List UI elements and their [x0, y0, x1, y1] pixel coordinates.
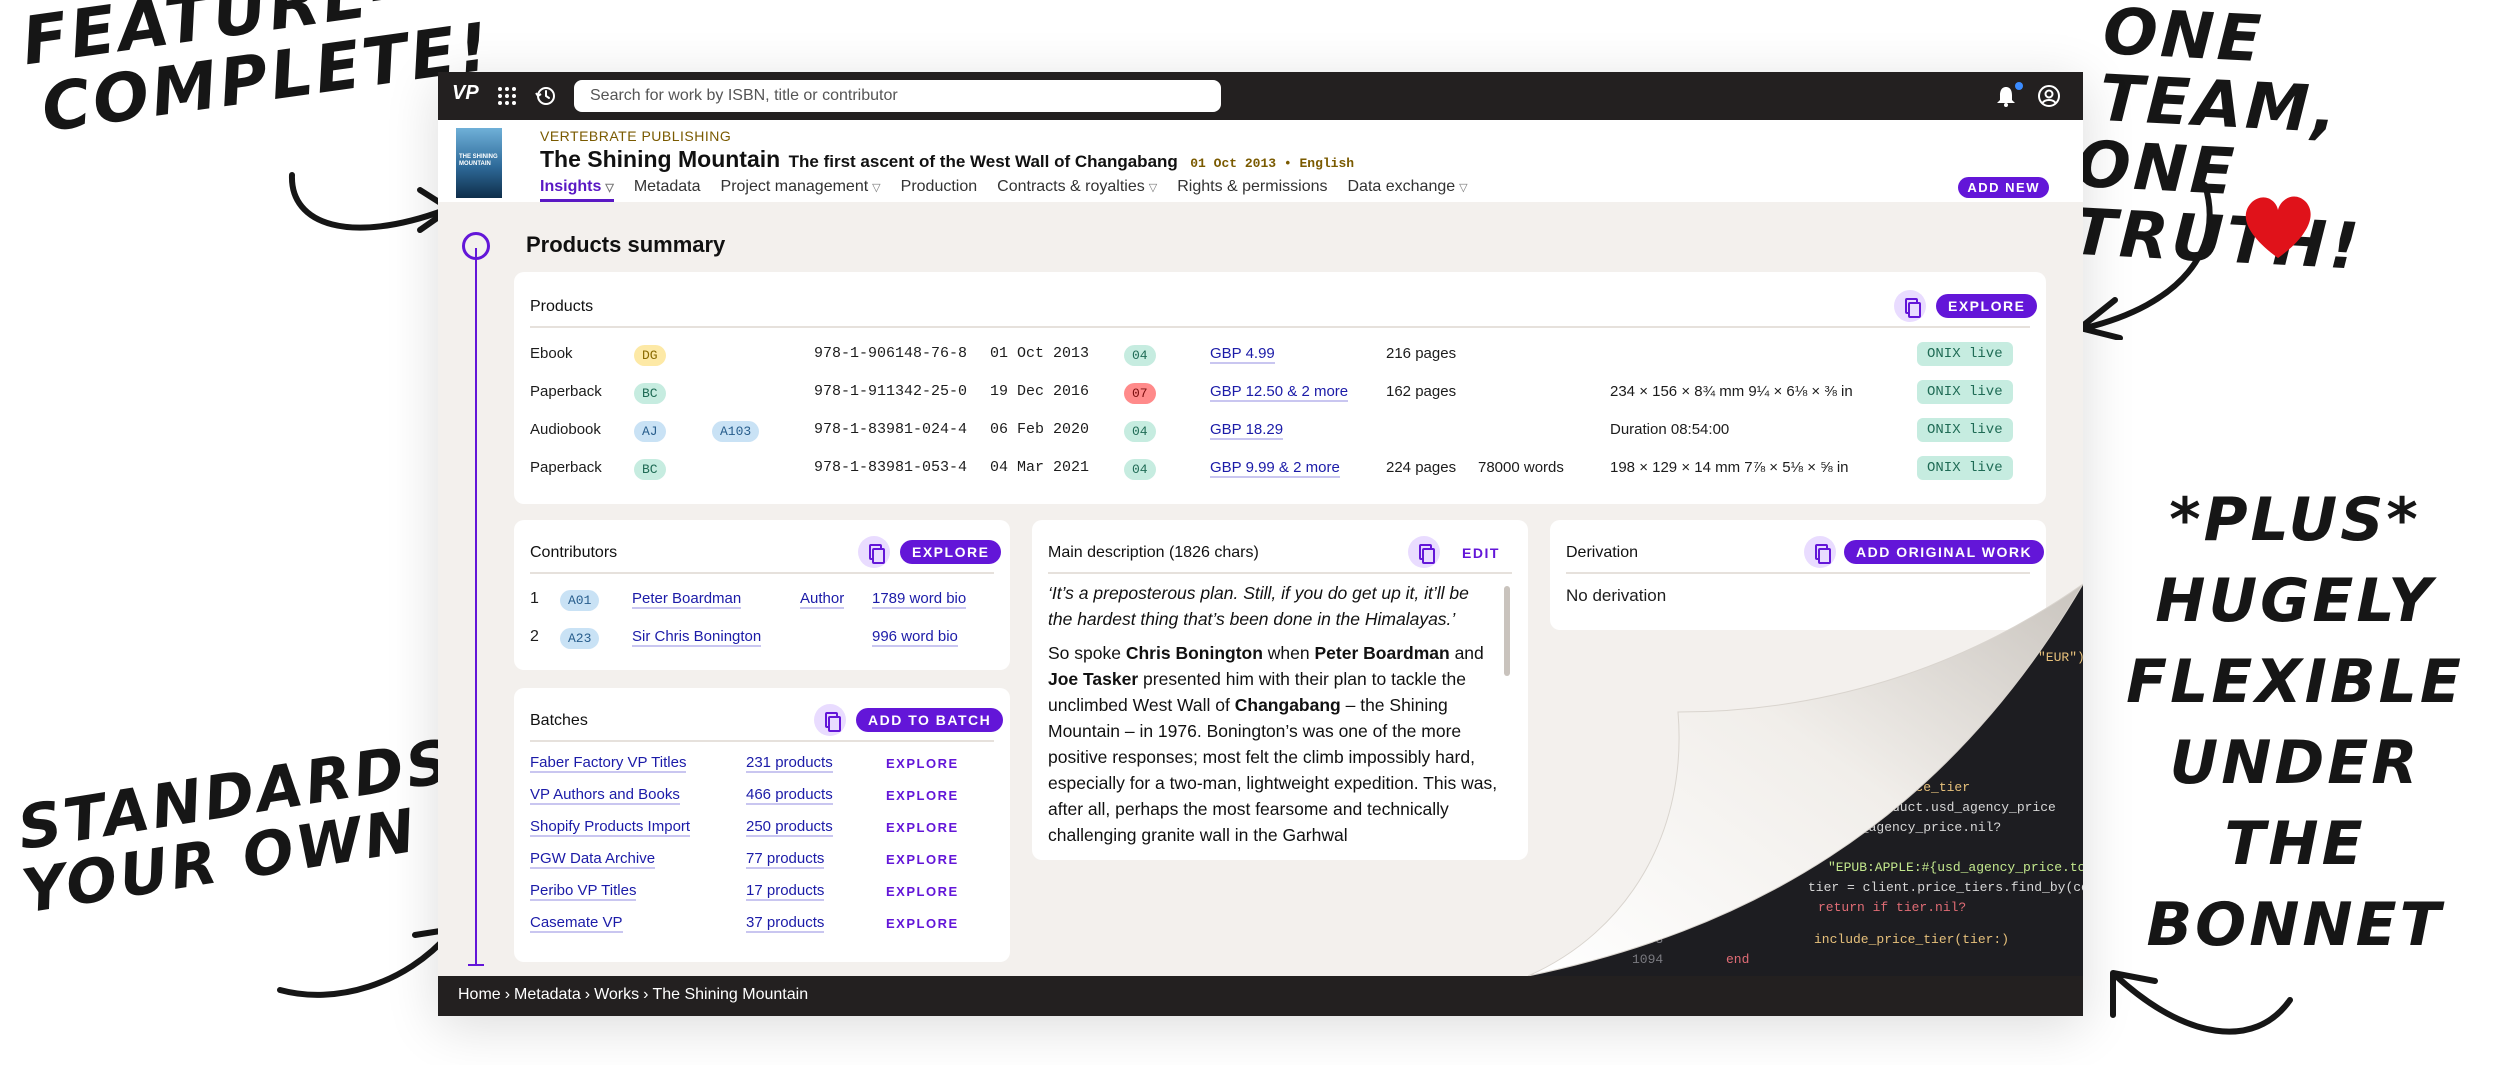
callout-line: HUGELY — [2155, 566, 2435, 636]
callout-feature-complete: FEATURE- COMPLETE! — [17, 0, 496, 148]
app-window: VP THE SHINING MOUNTAIN VERTEBRATE PUBLI… — [438, 72, 2083, 1016]
breadcrumb-separator: › — [584, 986, 591, 1003]
callout-line: FLEXIBLE — [2126, 647, 2464, 717]
breadcrumb-separator: › — [504, 986, 511, 1003]
callout-line: ONE TEAM, — [2097, 0, 2342, 149]
callout-line: UNDER THE — [2169, 728, 2421, 879]
callout-flexible: *PLUS* HUGELY FLEXIBLE UNDER THE BONNET — [2100, 480, 2490, 966]
callout-line: *PLUS* — [2169, 485, 2421, 555]
arrow-icon — [2110, 970, 2293, 1035]
callout-line: BONNET — [2146, 890, 2444, 960]
arrow-icon — [2077, 182, 2213, 340]
breadcrumb-current: The Shining Mountain — [652, 986, 809, 1003]
breadcrumb: Home › Metadata › Works › The Shining Mountain — [438, 976, 2083, 1016]
page-curl — [1527, 583, 2083, 977]
breadcrumb-works[interactable]: Works — [594, 986, 639, 1003]
breadcrumb-home[interactable]: Home — [458, 986, 501, 1003]
breadcrumb-metadata[interactable]: Metadata — [514, 986, 581, 1003]
breadcrumb-separator: › — [643, 986, 649, 1003]
heart-icon — [2245, 196, 2311, 258]
